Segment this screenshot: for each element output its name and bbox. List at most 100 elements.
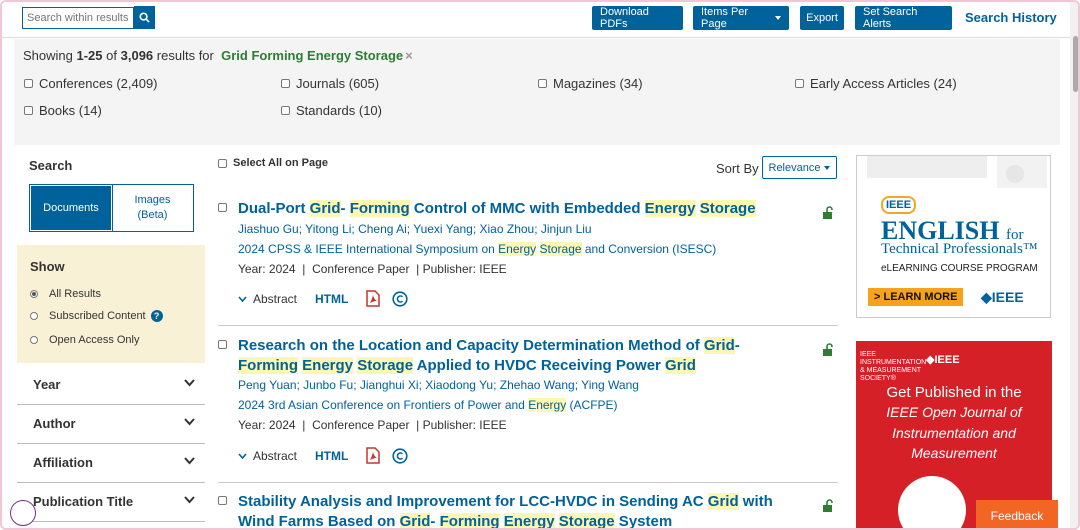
search-within-results-input[interactable] — [22, 7, 134, 29]
facet-publication-title[interactable]: Publication Title — [17, 482, 205, 522]
ad-journal-line: Instrumentation and — [892, 425, 1016, 441]
caret-down-icon — [775, 16, 781, 20]
copyright-icon[interactable] — [392, 290, 408, 307]
show-subscribed-content[interactable]: Subscribed Content? — [30, 310, 163, 322]
pdf-icon[interactable] — [366, 290, 381, 307]
filter-early-access[interactable]: Early Access Articles (24) — [795, 76, 957, 91]
set-search-alerts-button[interactable]: Set Search Alerts — [855, 6, 952, 30]
chevron-down-icon — [238, 452, 247, 459]
course-label: eLEARNING COURSE PROGRAM — [881, 263, 1038, 274]
result-divider — [218, 482, 838, 483]
html-link[interactable]: HTML — [315, 449, 348, 463]
highlight-term: Energy — [302, 357, 354, 374]
filter-conferences[interactable]: Conferences (2,409) — [24, 76, 158, 91]
facet-year[interactable]: Year — [17, 365, 205, 405]
facet-affiliation[interactable]: Affiliation — [17, 443, 205, 483]
title-text: Control of MMC with Embedded — [409, 200, 645, 217]
result-checkbox[interactable] — [218, 340, 227, 349]
title-text — [536, 242, 539, 256]
pdf-icon[interactable] — [366, 447, 381, 464]
result-title[interactable]: Stability Analysis and Improvement for L… — [238, 492, 803, 530]
sidebar-search-title: Search — [29, 158, 73, 173]
highlight-term: Grid — [309, 200, 341, 217]
title-text: 2024 CPSS & IEEE International Symposium… — [238, 242, 499, 256]
search-icon — [139, 12, 150, 23]
checkbox[interactable] — [795, 79, 804, 88]
highlight-term: Forming — [349, 200, 410, 217]
help-icon[interactable]: ? — [150, 310, 163, 322]
instrument-illustration — [898, 476, 966, 528]
english-course-ad[interactable]: IEEE ENGLISH for Technical Professionals… — [856, 155, 1051, 318]
result-actions: Abstract HTML — [238, 290, 408, 307]
result-item: Research on the Location and Capacity De… — [218, 336, 838, 466]
result-title[interactable]: Research on the Location and Capacity De… — [238, 336, 803, 376]
sort-relevance-dropdown[interactable]: Relevance — [762, 156, 837, 179]
highlight-term: Storage — [558, 513, 615, 530]
filter-books[interactable]: Books (14) — [24, 103, 102, 118]
open-access-lock-icon — [823, 206, 833, 219]
learn-more-button[interactable]: > LEARN MORE — [868, 288, 964, 306]
search-button[interactable] — [134, 6, 155, 29]
highlight-term: Storage — [357, 357, 414, 374]
result-item: Stability Analysis and Improvement for L… — [218, 492, 838, 530]
documents-tab[interactable]: Documents — [29, 184, 113, 232]
checkbox[interactable] — [24, 106, 33, 115]
caret-down-icon — [824, 165, 831, 170]
abstract-toggle[interactable]: Abstract — [238, 292, 297, 306]
radio-selected[interactable] — [30, 290, 38, 298]
title-text: 2024 3rd Asian Conference on Frontiers o… — [238, 398, 529, 412]
highlight-term: Grid — [707, 493, 739, 510]
title-text: Applied to HVDC Receiving Power — [413, 357, 666, 374]
sort-by-label: Sort By — [716, 161, 759, 176]
highlight-term: Grid — [703, 337, 735, 354]
show-open-access[interactable]: Open Access Only — [30, 334, 140, 346]
filter-magazines[interactable]: Magazines (34) — [538, 76, 643, 91]
result-authors[interactable]: Jiashuo Gu; Yitong Li; Cheng Ai; Yuexi Y… — [238, 222, 592, 236]
checkbox[interactable] — [281, 79, 290, 88]
highlight-term: Energy — [528, 398, 567, 412]
result-authors[interactable]: Peng Yuan; Junbo Fu; Jianghui Xi; Xiaodo… — [238, 378, 639, 392]
highlight-term: Grid — [665, 357, 696, 374]
chevron-down-icon — [184, 418, 195, 426]
images-tab[interactable]: Images (Beta) — [112, 185, 193, 231]
result-venue[interactable]: 2024 3rd Asian Conference on Frontiers o… — [238, 398, 618, 412]
html-link[interactable]: HTML — [315, 292, 348, 306]
radio[interactable] — [30, 336, 38, 344]
title-text: - — [734, 337, 740, 354]
facet-author[interactable]: Author — [17, 404, 205, 444]
show-all-results[interactable]: All Results — [30, 288, 101, 300]
remove-term-icon[interactable]: × — [405, 48, 413, 63]
highlight-term: Energy — [503, 513, 555, 530]
results-toolbar: Download PDFs Items Per Page Export Set … — [2, 2, 1070, 38]
copyright-icon[interactable] — [392, 447, 408, 464]
filter-standards[interactable]: Standards (10) — [281, 103, 382, 118]
results-summary: Showing 1-25 of 3,096 results for Grid F… — [14, 39, 1060, 145]
result-divider — [218, 325, 838, 326]
result-checkbox[interactable] — [218, 496, 227, 505]
checkbox[interactable] — [281, 106, 290, 115]
ad-journal-line: IEEE Open Journal of — [886, 404, 1022, 420]
title-text: Research on the Location and Capacity De… — [238, 337, 704, 354]
scrollbar[interactable] — [1070, 2, 1078, 528]
items-per-page-button[interactable]: Items Per Page — [693, 6, 789, 30]
radio[interactable] — [30, 312, 38, 320]
feedback-button[interactable]: Feedback — [976, 500, 1058, 528]
checkbox[interactable] — [218, 158, 227, 168]
search-history-link[interactable]: Search History — [965, 10, 1057, 25]
result-item: Dual-Port Grid- Forming Control of MMC w… — [218, 199, 838, 319]
scrollbar-thumb[interactable] — [1073, 36, 1078, 92]
title-text: (ACFPE) — [566, 398, 618, 412]
highlight-term: Forming — [439, 513, 500, 530]
export-button[interactable]: Export — [800, 6, 844, 30]
abstract-toggle[interactable]: Abstract — [238, 449, 297, 463]
select-all-checkbox[interactable]: Select All on Page — [218, 157, 328, 169]
checkbox[interactable] — [538, 79, 547, 88]
filter-journals[interactable]: Journals (605) — [281, 76, 379, 91]
checkbox[interactable] — [24, 79, 33, 88]
result-venue[interactable]: 2024 CPSS & IEEE International Symposium… — [238, 242, 716, 256]
result-checkbox[interactable] — [218, 203, 227, 212]
download-pdfs-button[interactable]: Download PDFs — [592, 6, 683, 30]
highlight-term: Forming — [238, 357, 298, 374]
result-title[interactable]: Dual-Port Grid- Forming Control of MMC w… — [238, 199, 803, 219]
cookie-settings-icon[interactable] — [10, 500, 36, 526]
